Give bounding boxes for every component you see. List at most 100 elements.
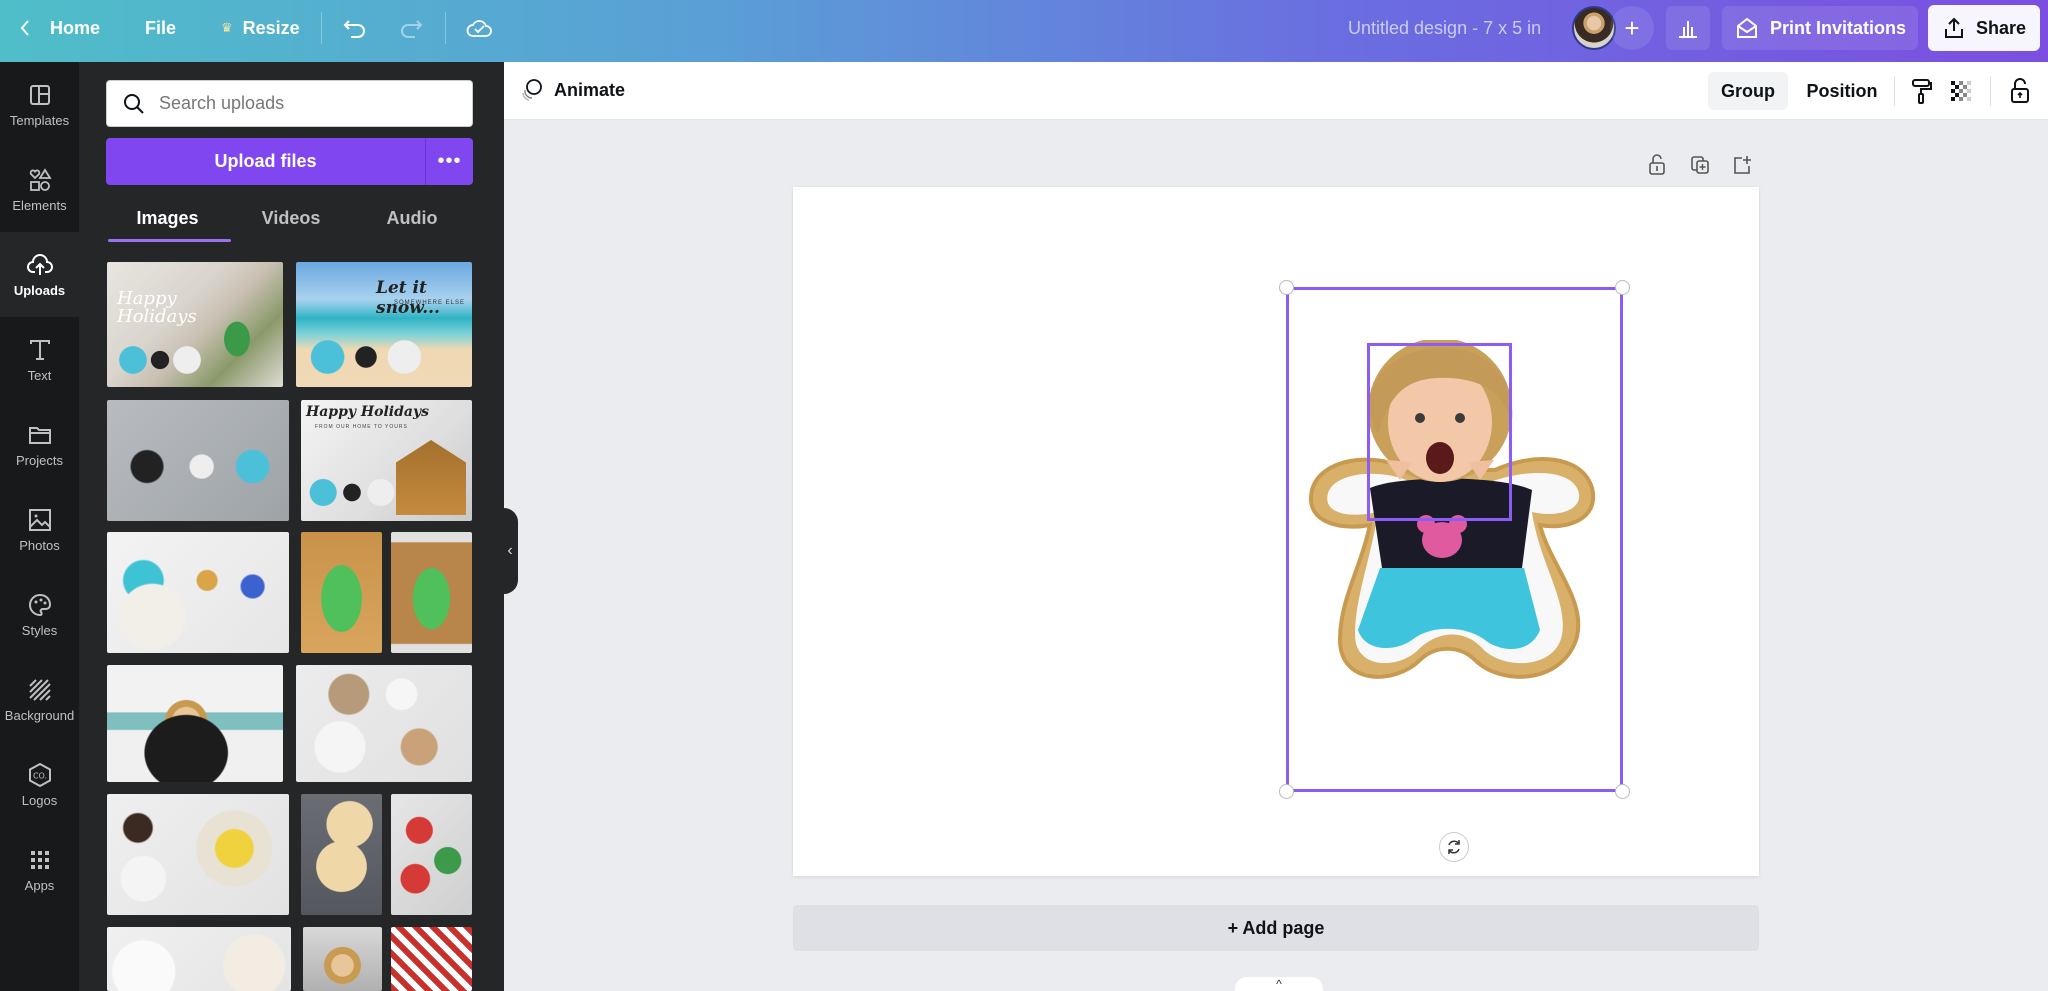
uploads-panel: Upload files ••• Images Videos Audio Hap…: [79, 62, 504, 991]
transparency-button[interactable]: [1944, 74, 1978, 108]
chevron-up-icon: ^: [1276, 977, 1282, 991]
upload-thumbnail[interactable]: Happy Holidays FROM OUR HOME TO YOURS: [301, 400, 472, 521]
resize-handle-top-right[interactable]: [1615, 280, 1630, 295]
upload-thumbnail[interactable]: Happy Holidays: [107, 262, 283, 387]
upload-thumbnail[interactable]: [301, 532, 382, 653]
inner-element-selection[interactable]: [1367, 343, 1512, 521]
context-toolbar: Animate Group Position: [504, 62, 2048, 120]
rail-label: Styles: [21, 623, 58, 638]
background-icon: [28, 679, 51, 701]
file-menu[interactable]: File: [145, 0, 176, 56]
upload-thumbnail[interactable]: Let it snow... SOMEWHERE ELSE: [296, 262, 472, 387]
position-button[interactable]: Position: [1798, 72, 1886, 110]
tab-videos[interactable]: Videos: [231, 194, 351, 242]
lock-button[interactable]: [2003, 74, 2037, 108]
upload-cloud-icon: [26, 254, 53, 275]
upload-thumbnail[interactable]: [391, 927, 472, 991]
rail-item-text[interactable]: Text: [0, 317, 79, 402]
add-page-button[interactable]: + Add page: [793, 905, 1759, 951]
photo-icon: [28, 509, 51, 531]
rail-label: Templates: [9, 113, 70, 128]
upload-thumbnail[interactable]: [107, 532, 289, 653]
resize-label: Resize: [242, 17, 300, 38]
upload-thumbnail[interactable]: [303, 927, 382, 991]
resize-handle-bottom-right[interactable]: [1615, 784, 1630, 799]
copy-style-button[interactable]: [1904, 74, 1938, 108]
elements-icon: [29, 168, 52, 191]
insights-button[interactable]: [1666, 6, 1710, 50]
transparency-icon: [1951, 81, 1971, 101]
upload-thumbnail[interactable]: [107, 927, 291, 991]
upload-files-button[interactable]: Upload files: [106, 138, 426, 185]
resize-button[interactable]: ♛ Resize: [221, 0, 300, 56]
home-button[interactable]: Home: [18, 0, 100, 56]
rail-label: Apps: [24, 878, 55, 893]
unlock-icon: [2011, 78, 2029, 103]
rail-item-elements[interactable]: Elements: [0, 147, 79, 232]
share-label: Share: [1976, 17, 2027, 38]
undo-button[interactable]: [342, 0, 368, 56]
divider: [1990, 76, 1991, 106]
unlock-icon: [1649, 154, 1665, 175]
search-icon: [124, 93, 144, 114]
share-upload-icon: [1945, 17, 1963, 38]
upload-button-group: Upload files •••: [106, 138, 473, 185]
rotate-icon: [1448, 840, 1460, 854]
duplicate-page-button[interactable]: [1685, 150, 1715, 180]
redo-button[interactable]: [398, 0, 424, 56]
invite-button[interactable]: +: [1610, 6, 1654, 50]
top-bar: Home File ♛ Resize Untitled design - 7 x…: [0, 0, 2048, 62]
rail-item-uploads[interactable]: Uploads: [0, 232, 79, 317]
rail-item-projects[interactable]: Projects: [0, 402, 79, 487]
active-tab-indicator: [108, 239, 231, 242]
animate-label: Animate: [554, 79, 626, 100]
animate-button[interactable]: Animate: [520, 78, 625, 102]
apps-grid-icon: [30, 851, 49, 869]
upload-thumbnail[interactable]: [301, 794, 382, 915]
animate-icon: [522, 79, 542, 101]
folder-icon: [28, 427, 51, 444]
collapse-panel-button[interactable]: ‹: [502, 508, 518, 594]
resize-handle-bottom-left[interactable]: [1279, 784, 1294, 799]
design-title[interactable]: Untitled design - 7 x 5 in: [1348, 18, 1541, 39]
rail-item-background[interactable]: Background: [0, 657, 79, 742]
search-box[interactable]: [106, 80, 473, 127]
bar-chart-icon: [1679, 21, 1697, 38]
palette-icon: [28, 593, 51, 617]
more-dots-icon: •••: [437, 150, 462, 172]
tab-images[interactable]: Images: [106, 194, 229, 242]
rail-item-templates[interactable]: Templates: [0, 62, 79, 147]
home-label: Home: [50, 17, 101, 38]
add-page-icon: [1734, 156, 1751, 174]
divider: [445, 12, 446, 44]
upload-thumbnail[interactable]: [296, 665, 472, 782]
tab-audio[interactable]: Audio: [351, 194, 473, 242]
rotate-handle[interactable]: [1439, 832, 1469, 862]
add-page-icon-button[interactable]: [1727, 150, 1757, 180]
share-button[interactable]: Share: [1928, 5, 2040, 51]
upload-thumbnail[interactable]: [107, 665, 283, 782]
rail-item-logos[interactable]: CO. Logos: [0, 742, 79, 827]
undo-icon: [343, 20, 365, 38]
more-options-button[interactable]: •••: [426, 138, 473, 185]
paint-roller-icon: [1912, 79, 1932, 104]
upload-thumbnail[interactable]: [391, 532, 472, 653]
crown-icon: ♛: [221, 20, 233, 35]
print-invitations-button[interactable]: Print Invitations: [1722, 6, 1918, 50]
duplicate-icon: [1691, 156, 1709, 174]
resize-handle-top-left[interactable]: [1279, 280, 1294, 295]
save-status-button[interactable]: [465, 0, 493, 56]
lock-page-button[interactable]: [1642, 150, 1672, 180]
show-pages-toggle[interactable]: ^: [1235, 977, 1323, 991]
search-input[interactable]: [159, 93, 459, 114]
side-rail: Templates Elements Uploads Text Projects…: [0, 62, 79, 991]
upload-thumbnail[interactable]: [107, 794, 289, 915]
chevron-left-icon: [20, 20, 29, 36]
group-button[interactable]: Group: [1708, 72, 1788, 110]
upload-thumbnail[interactable]: [391, 794, 472, 915]
rail-item-photos[interactable]: Photos: [0, 487, 79, 572]
rail-item-styles[interactable]: Styles: [0, 572, 79, 657]
rail-item-apps[interactable]: Apps: [0, 827, 79, 912]
upload-thumbnail[interactable]: [107, 400, 289, 521]
chevron-left-icon: ‹: [507, 542, 513, 559]
